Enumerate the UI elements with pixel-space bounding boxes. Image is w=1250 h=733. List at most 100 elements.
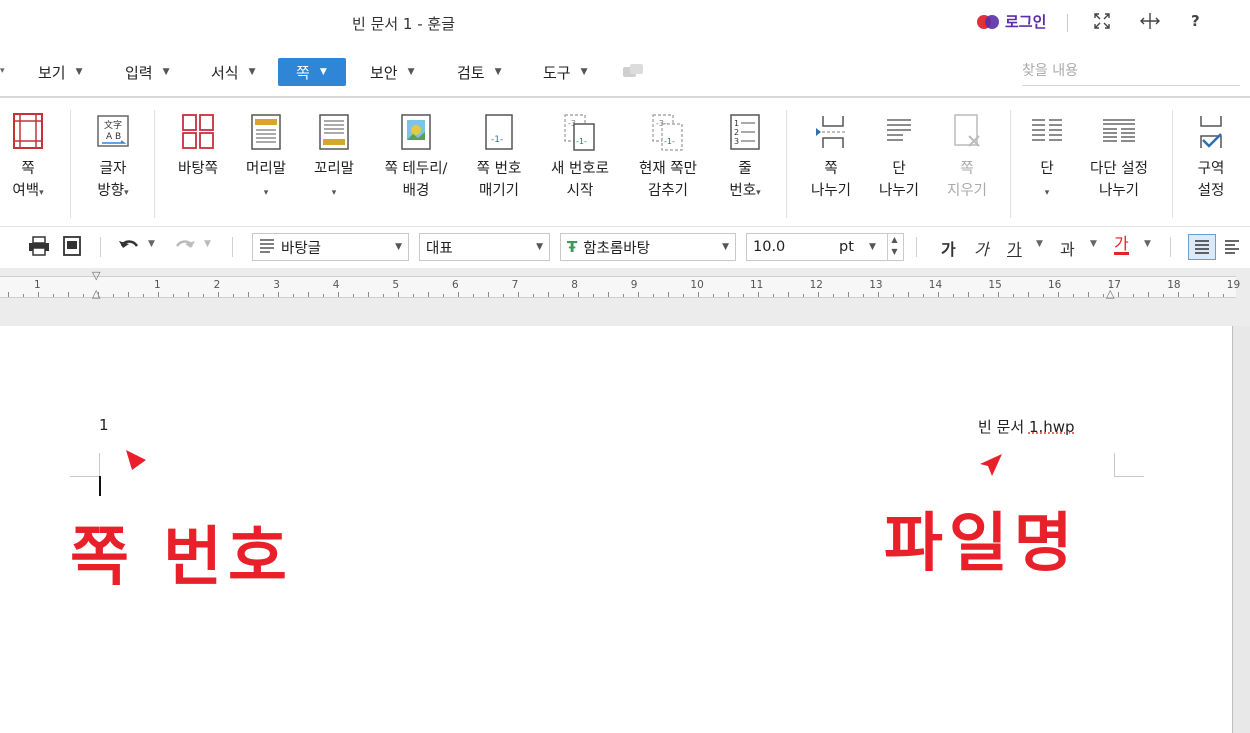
menu-scroll-left-icon[interactable]: ▾ [0, 66, 5, 76]
menu-view[interactable]: 보기 ▼ [30, 58, 91, 86]
undo-dropdown-icon[interactable]: ▼ [148, 239, 155, 249]
strikethrough-button[interactable]: 과 [1060, 236, 1075, 260]
text-color-dropdown-icon[interactable]: ▼ [1144, 239, 1151, 249]
page-border-button[interactable]: 쪽 테두리/ 배경 [374, 112, 458, 202]
page-border-label-2: 배경 [402, 183, 430, 199]
ruler-tick [968, 292, 969, 297]
ruler-tick [353, 294, 354, 297]
hide-page-icon: -3--1- [650, 112, 686, 152]
undo-icon[interactable] [118, 236, 142, 258]
ruler-tick [188, 292, 189, 297]
menu-tools[interactable]: 도구 ▼ [535, 58, 596, 86]
page-number-field: 1 [99, 416, 109, 434]
ruler-tick [998, 292, 999, 297]
redo-dropdown-icon: ▼ [204, 239, 211, 249]
column-break-label-1: 단 [892, 161, 906, 177]
chat-icon[interactable] [622, 62, 644, 86]
ruler-tick [743, 294, 744, 297]
ruler-tick [1013, 294, 1014, 297]
login-label: 로그인 [1005, 13, 1047, 31]
login-button[interactable]: 로그인 [977, 11, 1046, 32]
underline-dropdown-icon[interactable]: ▼ [1036, 239, 1043, 249]
document-page[interactable]: 1 빈 문서 1.hwp 쪽 번호 파일명 [0, 326, 1233, 733]
ruler-label: 8 [571, 279, 578, 291]
multi-column-label-2: 나누기 [1098, 183, 1140, 199]
font-select[interactable]: Ŧ 함초롬바탕 ▼ [560, 233, 736, 261]
bold-button[interactable]: 가 [941, 236, 956, 260]
ruler-tick [23, 294, 24, 297]
background-page-button[interactable]: 바탕쪽 [170, 112, 226, 180]
new-number-label-2: 시작 [566, 183, 594, 199]
italic-button[interactable]: 가 [974, 236, 989, 260]
ruler-tick [728, 292, 729, 297]
page-margin-button[interactable]: 쪽 여백▾ [8, 112, 48, 204]
ruler-tick [1163, 294, 1164, 297]
first-line-indent-marker[interactable]: ▽ [92, 269, 100, 282]
ruler-tick [248, 292, 249, 297]
menu-security[interactable]: 보안 ▼ [362, 58, 423, 86]
ruler-tick [593, 294, 594, 297]
underline-button[interactable]: 가 [1007, 236, 1022, 260]
ruler-tick [1178, 292, 1179, 297]
chevron-down-icon: ▼ [75, 67, 83, 77]
multi-column-button[interactable]: 다단 설정 나누기 [1080, 112, 1158, 202]
preview-icon[interactable] [62, 236, 82, 260]
ruler-tick [563, 294, 564, 297]
ruler-label: 16 [1048, 279, 1062, 291]
font-size-stepper[interactable]: ▲ ▼ [887, 234, 901, 260]
language-select[interactable]: 대표 ▼ [419, 233, 550, 261]
text-direction-button[interactable]: 文字 A B 글자 방향▾ [90, 112, 136, 204]
page-break-button[interactable]: 쪽 나누기 [804, 112, 858, 202]
fullscreen-icon[interactable] [1093, 12, 1111, 34]
help-icon[interactable]: ? [1191, 12, 1200, 30]
menu-insert[interactable]: 입력 ▼ [117, 58, 178, 86]
chevron-down-icon: ▼ [494, 67, 502, 77]
menu-page[interactable]: 쪽 ▼ [278, 58, 346, 86]
svg-text:-1-: -1- [491, 135, 503, 145]
menu-format[interactable]: 서식 ▼ [203, 58, 264, 86]
svg-text:文字: 文字 [104, 119, 122, 131]
hide-current-page-button[interactable]: -3--1- 현재 쪽만 감추기 [630, 112, 706, 202]
section-label-2: 설정 [1197, 183, 1225, 199]
ruler-tick [1088, 292, 1089, 297]
line-number-button[interactable]: 123 줄 번호▾ [722, 112, 768, 204]
chevron-down-icon: ▼ [580, 67, 588, 77]
align-justify-button[interactable] [1188, 234, 1216, 260]
ruler-tick [278, 292, 279, 297]
style-select[interactable]: 바탕글 ▼ [252, 233, 409, 261]
delete-page-button[interactable]: 쪽 지우기 [940, 112, 994, 202]
header-button[interactable]: 머리말 ▾ [238, 112, 294, 204]
ruler-tick [1073, 294, 1074, 297]
ruler-label: 1 [154, 279, 161, 291]
resize-icon[interactable] [1140, 12, 1160, 34]
search-input[interactable]: 찾을 내용 [1022, 56, 1240, 86]
font-size-input[interactable]: 10.0 pt ▼ ▲ ▼ [746, 233, 904, 261]
footer-button[interactable]: 꼬리말 ▾ [306, 112, 362, 204]
left-indent-marker[interactable]: △ [92, 287, 100, 300]
print-icon[interactable] [28, 236, 50, 260]
horizontal-ruler[interactable]: ▽ △ △ 1 1 2 3 4 5 6 7 8 9 10 11 12 13 14 15 16 17 18 19 [0, 269, 1240, 300]
chevron-down-icon: ▼ [162, 67, 170, 77]
truetype-icon: Ŧ [567, 238, 578, 256]
menu-review[interactable]: 검토 ▼ [449, 58, 510, 86]
columns-button[interactable]: 단 ▾ [1024, 112, 1070, 204]
svg-text:3: 3 [734, 137, 739, 146]
ruler-tick [38, 292, 39, 297]
page-number-button[interactable]: -1- 쪽 번호 매기기 [468, 112, 530, 202]
new-number-button[interactable]: -3--1- 새 번호로 시작 [542, 112, 618, 202]
text-color-button[interactable]: 가 [1114, 236, 1129, 255]
chevron-down-icon: ▾ [331, 188, 337, 198]
strike-dropdown-icon[interactable]: ▼ [1090, 239, 1097, 249]
annotation-filename: 파일명 [884, 507, 1079, 581]
right-margin-corner-mark [1114, 453, 1144, 477]
section-settings-button[interactable]: 구역 설정 [1186, 112, 1236, 202]
ruler-tick [83, 294, 84, 297]
align-left-button[interactable] [1224, 239, 1240, 259]
ruler-tick [143, 294, 144, 297]
annotation-page-number: 쪽 번호 [70, 521, 293, 595]
column-break-button[interactable]: 단 나누기 [872, 112, 926, 202]
page-break-label-2: 나누기 [810, 183, 852, 199]
title-bar: 빈 문서 1 - 훈글 로그인 ? [0, 0, 1250, 46]
ruler-tick [368, 292, 369, 297]
ruler-tick [1103, 294, 1104, 297]
